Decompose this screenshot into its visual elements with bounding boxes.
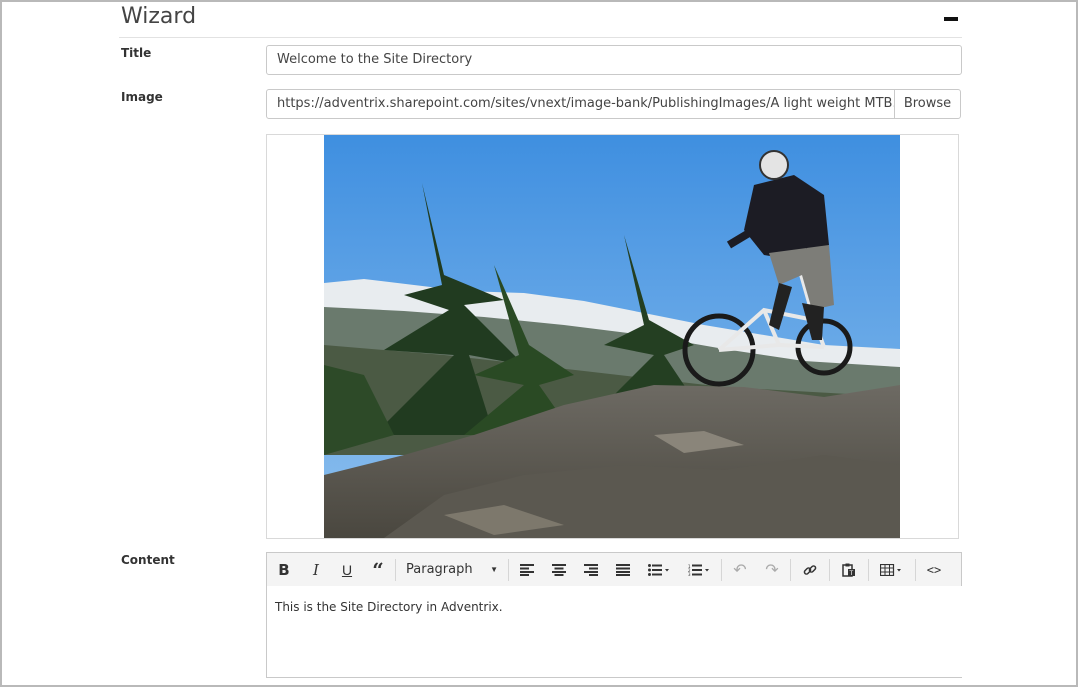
svg-text:3: 3 bbox=[688, 572, 691, 576]
browse-button[interactable]: Browse bbox=[894, 89, 961, 119]
underline-icon[interactable]: U bbox=[331, 553, 363, 586]
wizard-panel: Wizard Title Welcome to the Site Directo… bbox=[0, 0, 1078, 687]
wizard-header: Wizard bbox=[119, 2, 962, 38]
align-center-icon[interactable] bbox=[543, 553, 575, 586]
image-preview bbox=[266, 134, 959, 539]
link-icon[interactable] bbox=[793, 553, 827, 586]
bullet-list-icon[interactable] bbox=[639, 553, 679, 586]
align-left-icon[interactable] bbox=[511, 553, 543, 586]
paste-text-icon[interactable]: T bbox=[832, 553, 866, 586]
content-editor[interactable]: This is the Site Directory in Adventrix. bbox=[266, 586, 962, 678]
format-select-value: Paragraph bbox=[406, 562, 473, 577]
chevron-down-icon: ▼ bbox=[490, 565, 498, 574]
table-icon[interactable] bbox=[871, 553, 913, 586]
content-label: Content bbox=[121, 553, 175, 567]
toolbar-separator bbox=[868, 558, 869, 581]
blockquote-icon[interactable]: “ bbox=[363, 553, 393, 586]
image-url-input[interactable]: https://adventrix.sharepoint.com/sites/v… bbox=[266, 89, 895, 119]
bold-icon[interactable]: B bbox=[267, 553, 301, 586]
image-label: Image bbox=[121, 90, 163, 104]
italic-icon[interactable]: I bbox=[301, 553, 331, 586]
redo-icon[interactable]: ↷ bbox=[756, 553, 788, 586]
source-code-icon[interactable]: <> bbox=[918, 553, 950, 586]
editor-toolbar: B I U “ Paragraph ▼ 123 ↶ ↷ T <> bbox=[266, 552, 962, 587]
toolbar-separator bbox=[721, 558, 722, 581]
toolbar-separator bbox=[395, 558, 396, 581]
mountain-bike-photo bbox=[324, 135, 900, 538]
collapse-icon[interactable] bbox=[944, 17, 958, 21]
align-right-icon[interactable] bbox=[575, 553, 607, 586]
title-input[interactable]: Welcome to the Site Directory bbox=[266, 45, 962, 75]
content-text: This is the Site Directory in Adventrix. bbox=[275, 600, 503, 614]
svg-text:T: T bbox=[849, 570, 854, 577]
toolbar-separator bbox=[508, 558, 509, 581]
format-select[interactable]: Paragraph ▼ bbox=[398, 553, 506, 586]
toolbar-separator bbox=[829, 558, 830, 581]
toolbar-separator bbox=[790, 558, 791, 581]
undo-icon[interactable]: ↶ bbox=[724, 553, 756, 586]
align-justify-icon[interactable] bbox=[607, 553, 639, 586]
wizard-title: Wizard bbox=[121, 4, 197, 29]
title-label: Title bbox=[121, 46, 152, 60]
toolbar-separator bbox=[915, 558, 916, 581]
numbered-list-icon[interactable]: 123 bbox=[679, 553, 719, 586]
